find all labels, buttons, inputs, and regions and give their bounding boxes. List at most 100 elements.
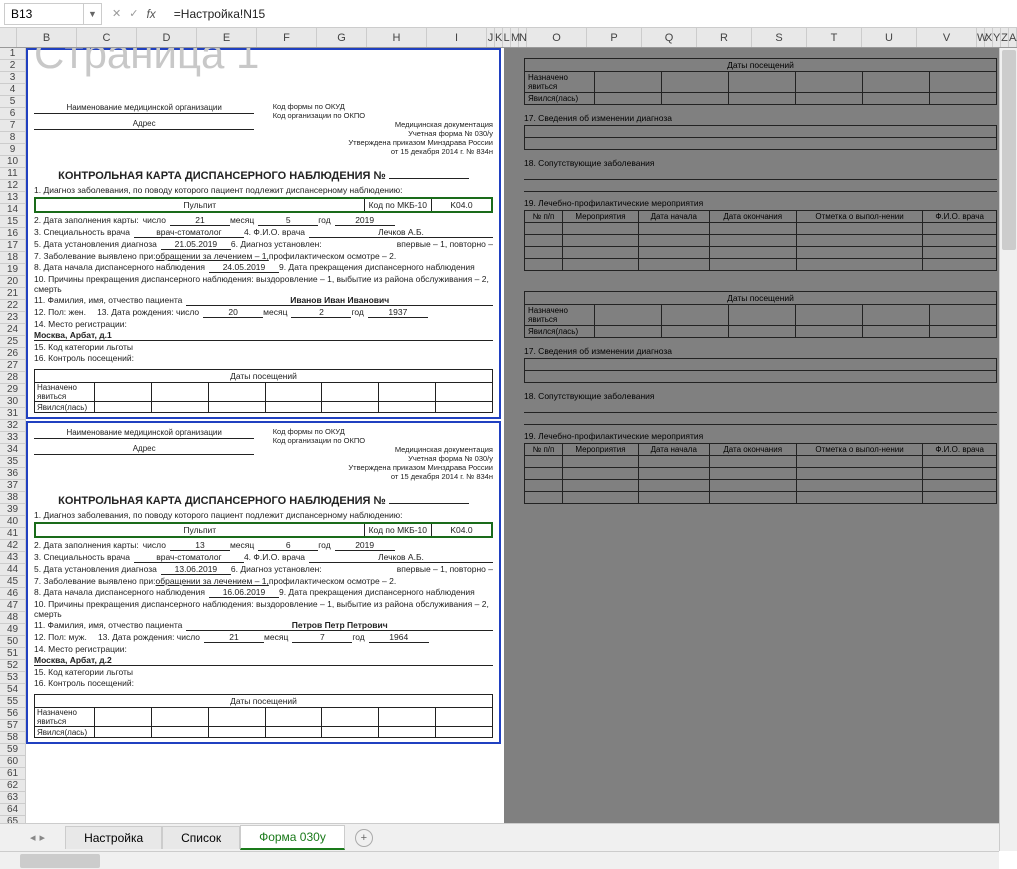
tab-forma[interactable]: Форма 030у	[240, 825, 345, 850]
row-header[interactable]: 13	[0, 192, 26, 204]
row-header[interactable]: 42	[0, 540, 26, 552]
row-header[interactable]: 56	[0, 708, 26, 720]
col-header[interactable]: U	[862, 28, 917, 47]
col-header[interactable]: C	[77, 28, 137, 47]
row-header[interactable]: 21	[0, 288, 26, 300]
col-header[interactable]: O	[527, 28, 587, 47]
row-header[interactable]: 54	[0, 684, 26, 696]
row-header[interactable]: 20	[0, 276, 26, 288]
row-header[interactable]: 49	[0, 624, 26, 636]
row-header[interactable]: 24	[0, 324, 26, 336]
row-header[interactable]: 3	[0, 72, 26, 84]
horizontal-scrollbar[interactable]	[0, 851, 999, 869]
row-header[interactable]: 9	[0, 144, 26, 156]
row-header[interactable]: 55	[0, 696, 26, 708]
row-header[interactable]: 25	[0, 336, 26, 348]
col-header[interactable]: E	[197, 28, 257, 47]
row-header[interactable]: 41	[0, 528, 26, 540]
select-all-corner[interactable]	[0, 28, 17, 47]
row-header[interactable]: 28	[0, 372, 26, 384]
row-header[interactable]: 15	[0, 216, 26, 228]
tab-spisok[interactable]: Список	[162, 826, 240, 849]
col-header[interactable]: AA	[1009, 28, 1017, 47]
row-header[interactable]: 40	[0, 516, 26, 528]
col-header[interactable]: N	[519, 28, 527, 47]
row-header[interactable]: 36	[0, 468, 26, 480]
row-header[interactable]: 60	[0, 756, 26, 768]
col-header[interactable]: Z	[1001, 28, 1009, 47]
row-header[interactable]: 4	[0, 84, 26, 96]
row-header[interactable]: 5	[0, 96, 26, 108]
col-header[interactable]: T	[807, 28, 862, 47]
row-header[interactable]: 64	[0, 804, 26, 816]
row-header[interactable]: 1	[0, 48, 26, 60]
row-header[interactable]: 33	[0, 432, 26, 444]
row-header[interactable]: 45	[0, 576, 26, 588]
row-header[interactable]: 39	[0, 504, 26, 516]
tab-last-icon[interactable]: ▸	[40, 831, 46, 844]
tab-first-icon[interactable]: ◂	[30, 831, 36, 844]
row-header[interactable]: 38	[0, 492, 26, 504]
row-header[interactable]: 8	[0, 132, 26, 144]
row-header[interactable]: 29	[0, 384, 26, 396]
cancel-icon[interactable]: ✕	[112, 7, 121, 21]
row-header[interactable]: 34	[0, 444, 26, 456]
row-header[interactable]: 30	[0, 396, 26, 408]
row-header[interactable]: 2	[0, 60, 26, 72]
col-header[interactable]: L	[503, 28, 511, 47]
row-header[interactable]: 57	[0, 720, 26, 732]
row-header[interactable]: 51	[0, 648, 26, 660]
enter-icon[interactable]: ✓	[129, 7, 138, 21]
col-header[interactable]: S	[752, 28, 807, 47]
col-header[interactable]: V	[917, 28, 977, 47]
col-header[interactable]: M	[511, 28, 519, 47]
row-header[interactable]: 23	[0, 312, 26, 324]
row-header[interactable]: 7	[0, 120, 26, 132]
col-header[interactable]: Y	[993, 28, 1001, 47]
col-header[interactable]: H	[367, 28, 427, 47]
col-header[interactable]: D	[137, 28, 197, 47]
row-header[interactable]: 31	[0, 408, 26, 420]
row-header[interactable]: 19	[0, 264, 26, 276]
row-header[interactable]: 18	[0, 252, 26, 264]
row-header[interactable]: 16	[0, 228, 26, 240]
add-sheet-button[interactable]: +	[355, 829, 373, 847]
col-header[interactable]: R	[697, 28, 752, 47]
col-header[interactable]: K	[495, 28, 503, 47]
row-header[interactable]: 52	[0, 660, 26, 672]
row-header[interactable]: 27	[0, 360, 26, 372]
col-header[interactable]: B	[17, 28, 77, 47]
row-header[interactable]: 50	[0, 636, 26, 648]
fx-icon[interactable]: fx	[146, 7, 155, 21]
row-header[interactable]: 62	[0, 780, 26, 792]
col-header[interactable]: G	[317, 28, 367, 47]
row-header[interactable]: 17	[0, 240, 26, 252]
row-header[interactable]: 22	[0, 300, 26, 312]
row-header[interactable]: 47	[0, 600, 26, 612]
name-box[interactable]: B13	[4, 3, 84, 25]
row-header[interactable]: 48	[0, 612, 26, 624]
row-header[interactable]: 14	[0, 204, 26, 216]
name-box-dropdown[interactable]: ▼	[84, 3, 102, 25]
col-header[interactable]: P	[587, 28, 642, 47]
row-header[interactable]: 59	[0, 744, 26, 756]
col-header[interactable]: J	[487, 28, 495, 47]
row-header[interactable]: 53	[0, 672, 26, 684]
row-header[interactable]: 44	[0, 564, 26, 576]
row-header[interactable]: 12	[0, 180, 26, 192]
col-header[interactable]: W	[977, 28, 985, 47]
formula-input[interactable]: =Настройка!N15	[166, 5, 1017, 23]
row-header[interactable]: 37	[0, 480, 26, 492]
row-header[interactable]: 43	[0, 552, 26, 564]
row-header[interactable]: 61	[0, 768, 26, 780]
row-header[interactable]: 58	[0, 732, 26, 744]
row-header[interactable]: 26	[0, 348, 26, 360]
row-header[interactable]: 6	[0, 108, 26, 120]
row-header[interactable]: 63	[0, 792, 26, 804]
vertical-scrollbar[interactable]	[999, 48, 1017, 851]
col-header[interactable]: I	[427, 28, 487, 47]
tab-nastroyka[interactable]: Настройка	[65, 826, 162, 849]
row-header[interactable]: 11	[0, 168, 26, 180]
col-header[interactable]: F	[257, 28, 317, 47]
sheet-area[interactable]: Страница 1 Наименование медицинской орга…	[26, 48, 1017, 838]
